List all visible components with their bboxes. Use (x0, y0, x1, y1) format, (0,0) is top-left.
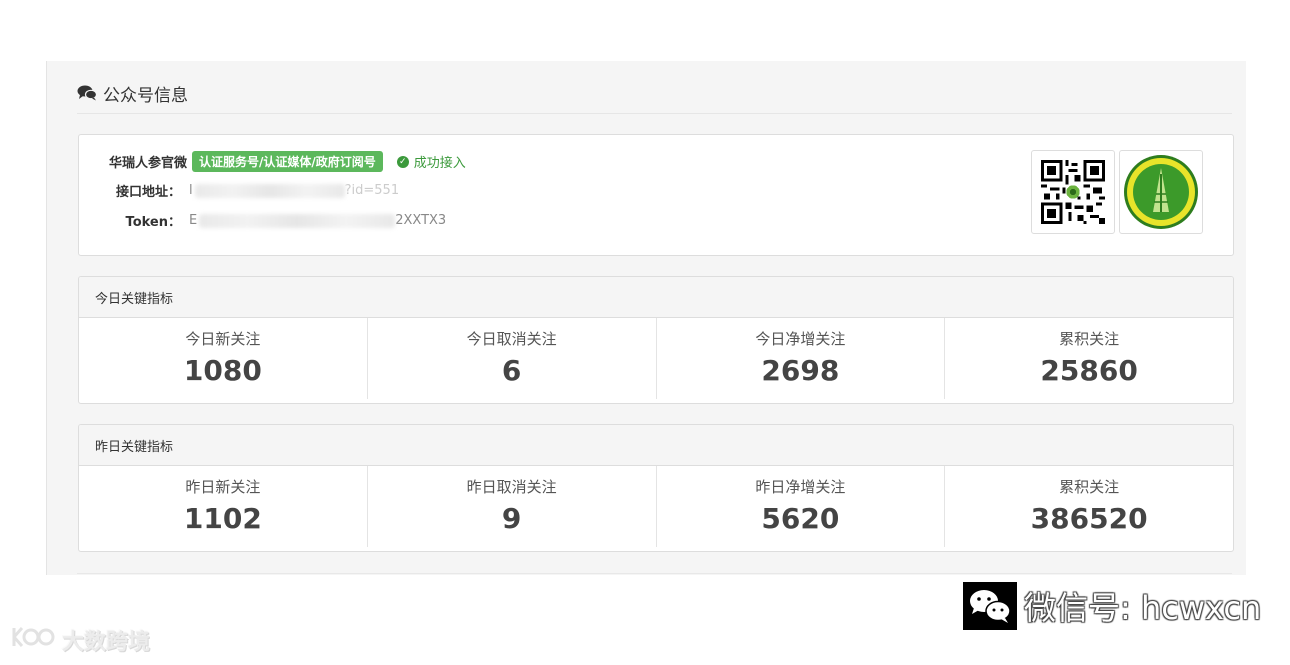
api-url-suffix: ?id=551 (344, 183, 400, 198)
kpi-yesterday-net-gain: 昨日净增关注 5620 (657, 466, 946, 547)
kpi-value: 6 (501, 354, 522, 387)
kpi-label: 累积关注 (1059, 478, 1120, 496)
kpi-value: 9 (501, 502, 522, 535)
check-circle-icon: ✓ (396, 155, 409, 168)
api-url-prefix: l (189, 183, 193, 198)
yesterday-kpi-cells: 昨日新关注 1102 昨日取消关注 9 昨日净增关注 5620 累积关注 386… (79, 466, 1233, 551)
watermark-left-text: 大数跨境 (62, 630, 151, 655)
token-value[interactable]: E 2XXTX3 (189, 213, 446, 228)
account-info-panel: 公众号信息 华瑞人参官微 认证服务号/认证媒体/政府订阅号 ✓ 成功接入 接口地… (46, 61, 1246, 575)
kpi-value: 25860 (1040, 354, 1138, 387)
kpi-label: 昨日新关注 (185, 478, 261, 496)
kpi-yesterday-unfollows: 昨日取消关注 9 (368, 466, 657, 547)
watermark-left: 大数跨境 (10, 624, 150, 656)
token-prefix: E (189, 213, 198, 228)
panel-title-text: 公众号信息 (103, 85, 188, 106)
api-url-label: 接口地址： (115, 185, 181, 200)
token-row: Token： E 2XXTX3 (109, 211, 447, 230)
kpi-value: 5620 (761, 502, 840, 535)
wechat-logo-icon (963, 582, 1017, 630)
qr-code-thumbnail[interactable] (1031, 150, 1115, 234)
today-kpi-cells: 今日新关注 1080 今日取消关注 6 今日净增关注 2698 累积关注 258… (79, 318, 1233, 403)
kpi-label: 今日取消关注 (466, 330, 557, 348)
token-label: Token： (125, 215, 181, 230)
watermark-right-text: 微信号: hcwxcn (1024, 589, 1262, 627)
kpi-today-unfollows: 今日取消关注 6 (368, 318, 657, 399)
yesterday-kpi-header: 昨日关键指标 (79, 425, 1233, 466)
kpi-today-new-followers: 今日新关注 1080 (79, 318, 368, 399)
today-kpi-header: 今日关键指标 (79, 277, 1233, 318)
yesterday-kpi-panel: 昨日关键指标 昨日新关注 1102 昨日取消关注 9 昨日净增关注 5620 累… (78, 424, 1234, 552)
redacted-block (199, 213, 396, 228)
kpi-value: 2698 (761, 354, 840, 387)
chat-bubbles-icon (77, 85, 98, 101)
connection-status: ✓ 成功接入 (396, 152, 466, 171)
today-kpi-panel: 今日关键指标 今日新关注 1080 今日取消关注 6 今日净增关注 2698 累… (78, 276, 1234, 404)
kpi-yesterday-total-followers: 累积关注 386520 (945, 466, 1233, 547)
account-name: 华瑞人参官微 (109, 156, 188, 171)
qr-code-icon (1041, 160, 1105, 224)
kpi-label: 昨日净增关注 (755, 478, 846, 496)
verified-badge: 认证服务号/认证媒体/政府订阅号 (192, 151, 383, 172)
kpi-yesterday-new-followers: 昨日新关注 1102 (79, 466, 368, 547)
panel-title: 公众号信息 (77, 81, 188, 106)
title-divider (77, 113, 1232, 114)
token-suffix: 2XXTX3 (395, 213, 447, 228)
kpi-label: 今日净增关注 (755, 330, 846, 348)
kpi-value: 1102 (183, 502, 262, 535)
footer-divider (77, 573, 1232, 574)
kpi-value: 1080 (183, 354, 262, 387)
kpi-label: 今日新关注 (185, 330, 261, 348)
connection-status-text: 成功接入 (413, 156, 466, 171)
kpi-label: 累积关注 (1059, 330, 1120, 348)
brand-logo-icon (1124, 155, 1198, 229)
api-url-row: 接口地址： l ?id=551 (109, 181, 399, 200)
redacted-block (194, 183, 345, 198)
watermark-logo-icon (10, 624, 58, 656)
kpi-today-total-followers: 累积关注 25860 (945, 318, 1233, 399)
kpi-label: 昨日取消关注 (466, 478, 557, 496)
account-name-row: 华瑞人参官微 认证服务号/认证媒体/政府订阅号 ✓ 成功接入 (109, 151, 466, 172)
watermark-right: 微信号: hcwxcn (963, 582, 1261, 630)
api-url-value[interactable]: l ?id=551 (189, 183, 399, 198)
kpi-today-net-gain: 今日净增关注 2698 (657, 318, 946, 399)
account-card: 华瑞人参官微 认证服务号/认证媒体/政府订阅号 ✓ 成功接入 接口地址： l ?… (78, 134, 1234, 256)
kpi-value: 386520 (1030, 502, 1148, 535)
account-logo-thumbnail[interactable] (1119, 150, 1203, 234)
